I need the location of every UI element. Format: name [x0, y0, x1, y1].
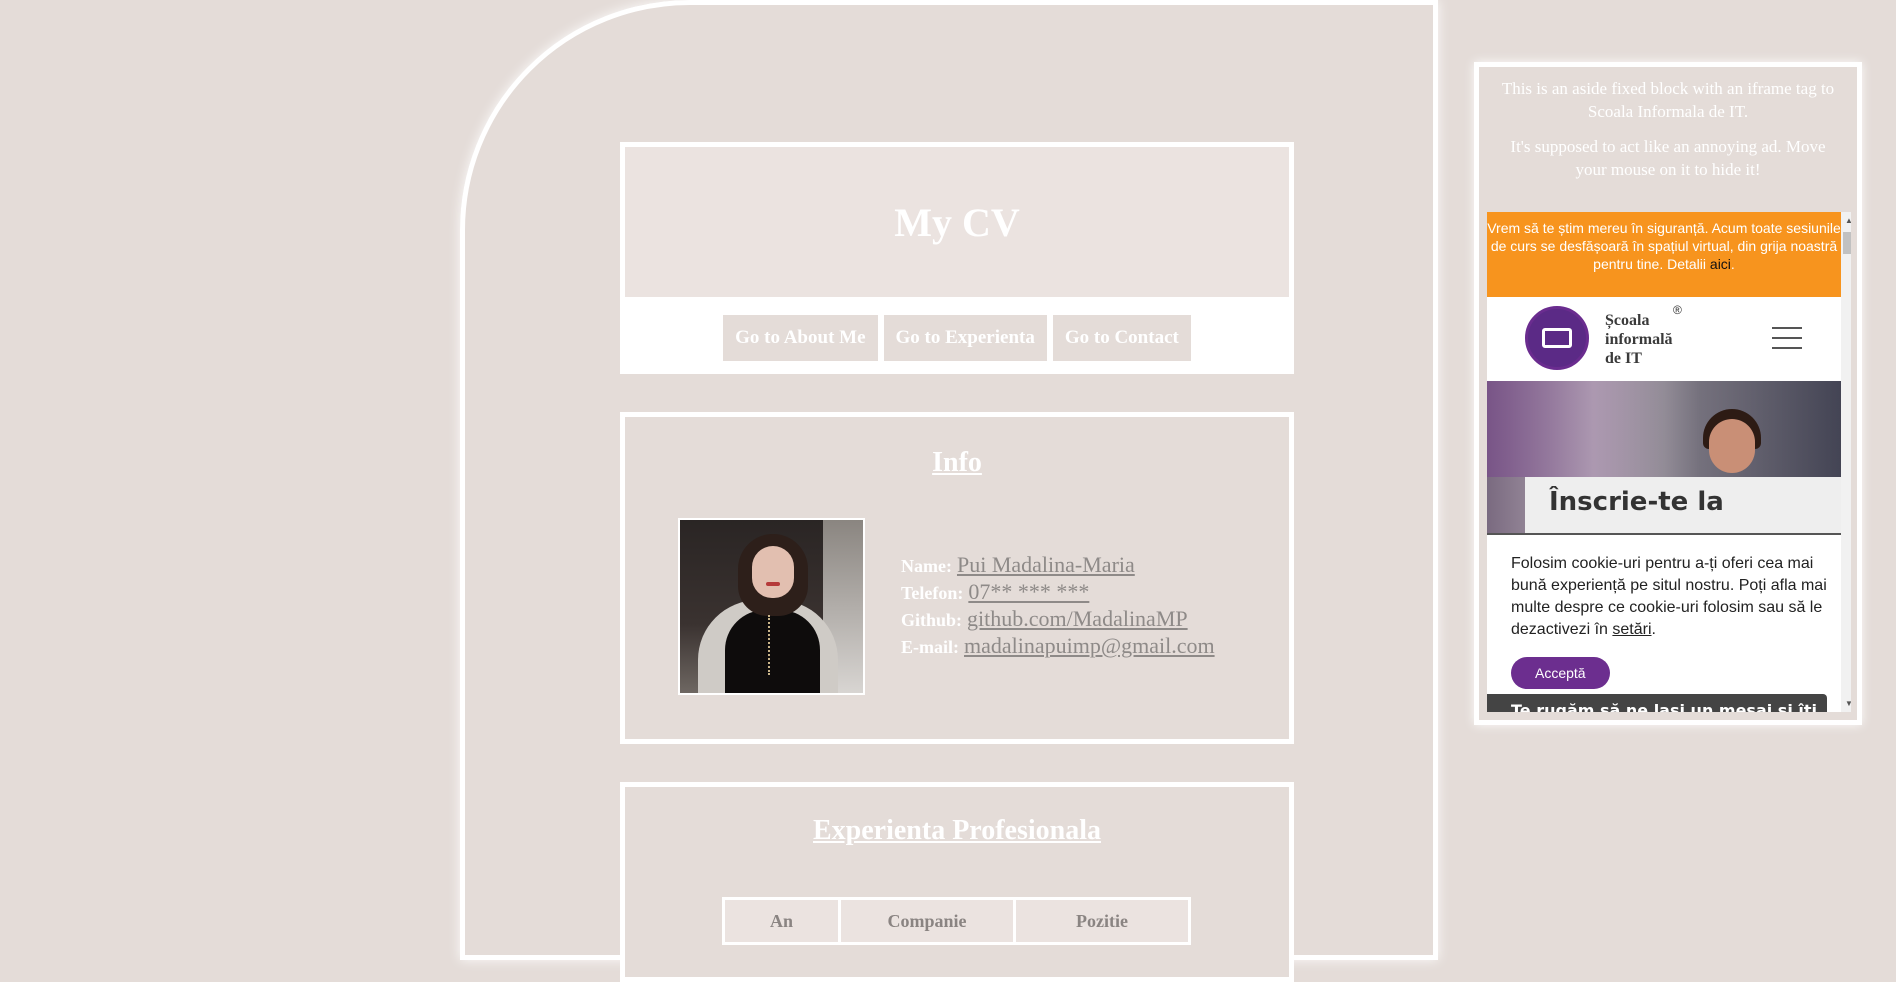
- site-logo-text[interactable]: Școala informală de IT: [1605, 311, 1673, 368]
- cookie-notice: Folosim cookie-uri pentru a-ți oferi cea…: [1487, 535, 1851, 641]
- column-header-an: An: [722, 897, 841, 945]
- nav-about-button[interactable]: Go to About Me: [723, 315, 878, 361]
- logo-line-2: informală: [1605, 331, 1673, 348]
- column-header-pozitie: Pozitie: [1013, 897, 1191, 945]
- scroll-thumb[interactable]: [1843, 232, 1851, 254]
- aside-text-1: This is an aside fixed block with an ifr…: [1501, 79, 1835, 121]
- hero-heading: Înscrie-te la: [1525, 477, 1841, 533]
- table-header-row: An Companie Pozitie: [722, 897, 1191, 945]
- logo-line-1: Școala: [1605, 312, 1650, 329]
- banner-details-link[interactable]: aici: [1710, 256, 1731, 272]
- message-chat-bar[interactable]: Te rugăm să ne lași un mesaj și îți...: [1487, 694, 1827, 712]
- header-card: My CV Go to About Me Go to Experienta Go…: [620, 142, 1294, 374]
- info-list: Name: Pui Madalina-Maria Telefon: 07** *…: [901, 552, 1215, 660]
- info-heading: Info: [932, 447, 982, 478]
- accept-cookies-button[interactable]: Acceptă: [1511, 657, 1610, 689]
- experience-heading: Experienta Profesionala: [812, 815, 1101, 846]
- telefon-label: Telefon:: [901, 583, 964, 603]
- telefon-link[interactable]: 07** *** ***: [968, 579, 1089, 604]
- header-banner: My CV: [625, 147, 1289, 297]
- iframe-scrollbar[interactable]: ▲ ▼: [1841, 212, 1851, 712]
- profile-photo: [678, 518, 865, 695]
- site-header: Școala informală de IT ®: [1487, 297, 1841, 381]
- column-header-companie: Companie: [838, 897, 1016, 945]
- safety-banner: Vrem să te știm mereu în siguranță. Acum…: [1487, 212, 1841, 297]
- info-card: Info Name: Pui Madalina-Maria Telefon: 0…: [620, 412, 1294, 744]
- scroll-up-arrow-icon[interactable]: ▲: [1845, 216, 1851, 225]
- cookie-settings-link[interactable]: setări: [1612, 621, 1651, 638]
- name-link[interactable]: Pui Madalina-Maria: [957, 552, 1135, 577]
- hero-image: Înscrie-te la: [1487, 381, 1841, 533]
- cookie-text: Folosim cookie-uri pentru a-ți oferi cea…: [1511, 555, 1827, 638]
- embedded-iframe[interactable]: Vrem să te știm mereu în siguranță. Acum…: [1487, 212, 1851, 712]
- logo-line-3: de IT: [1605, 350, 1642, 367]
- info-row-github: Github: github.com/MadalinaMP: [901, 606, 1215, 633]
- nav-bar: Go to About Me Go to Experienta Go to Co…: [625, 315, 1289, 361]
- aside-ad-block[interactable]: This is an aside fixed block with an ifr…: [1474, 62, 1862, 725]
- experience-card: Experienta Profesionala An Companie Pozi…: [620, 782, 1294, 982]
- info-row-email: E-mail: madalinapuimp@gmail.com: [901, 633, 1215, 660]
- banner-period: .: [1730, 256, 1735, 272]
- info-row-name: Name: Pui Madalina-Maria: [901, 552, 1215, 579]
- scroll-down-arrow-icon[interactable]: ▼: [1845, 699, 1851, 708]
- page-title: My CV: [894, 199, 1020, 245]
- nav-experienta-button[interactable]: Go to Experienta: [883, 315, 1047, 361]
- name-label: Name:: [901, 556, 952, 576]
- cookie-period: .: [1651, 621, 1656, 638]
- banner-text: Vrem să te știm mereu în siguranță. Acum…: [1487, 220, 1841, 272]
- experience-table: An Companie Pozitie: [722, 897, 1191, 945]
- registered-mark: ®: [1673, 303, 1682, 317]
- nav-contact-button[interactable]: Go to Contact: [1052, 315, 1191, 361]
- laptop-logo-icon[interactable]: [1525, 306, 1589, 370]
- hamburger-menu-icon[interactable]: [1772, 327, 1802, 357]
- aside-text-2: It's supposed to act like an annoying ad…: [1510, 137, 1826, 179]
- email-label: E-mail:: [901, 637, 959, 657]
- info-row-telefon: Telefon: 07** *** ***: [901, 579, 1215, 606]
- github-link[interactable]: github.com/MadalinaMP: [967, 606, 1188, 631]
- email-link[interactable]: madalinapuimp@gmail.com: [964, 633, 1215, 658]
- github-label: Github:: [901, 610, 963, 630]
